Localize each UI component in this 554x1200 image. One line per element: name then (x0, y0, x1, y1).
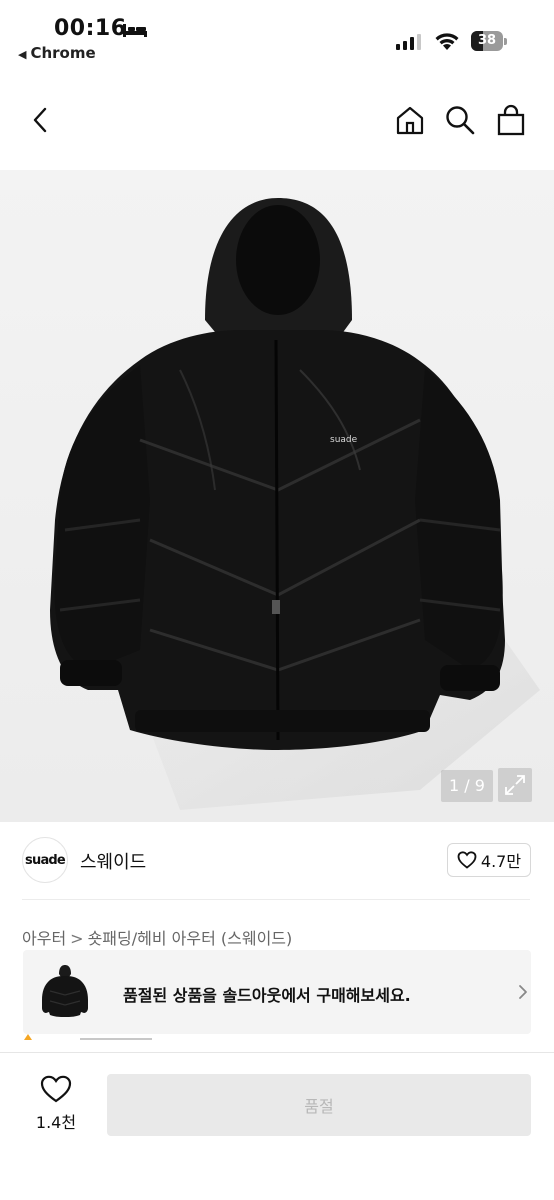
expand-image-button[interactable] (498, 768, 532, 802)
partially-hidden-rating-row (24, 1034, 152, 1040)
jacket-logo: suade (330, 435, 358, 445)
divider (22, 899, 530, 900)
product-image-gallery[interactable]: suade 1 / 9 (0, 170, 554, 822)
back-button[interactable] (20, 100, 60, 140)
brand-like-count: 4.7만 (480, 852, 522, 871)
chevron-left-icon (33, 107, 47, 133)
soldout-banner[interactable]: 품절된 상품을 솔드아웃에서 구매해보세요. (23, 950, 531, 1034)
status-time: 00:16 (54, 16, 127, 41)
wishlist-button[interactable]: 1.4천 (24, 1075, 88, 1135)
battery-level: 38 (477, 33, 497, 48)
battery-indicator: 38 (471, 31, 507, 51)
bottom-action-bar: 1.4천 품절 (0, 1052, 554, 1200)
bed-icon (123, 24, 147, 37)
brand-row: suade 스웨이드 4.7만 (0, 822, 554, 900)
cellular-signal-icon (396, 34, 421, 50)
breadcrumb-item-category[interactable]: 숏패딩/헤비 아우터 (스웨이드) (88, 929, 293, 948)
heart-icon (40, 1075, 72, 1103)
soldout-banner-text: 품절된 상품을 솔드아웃에서 구매해보세요. (123, 986, 411, 1005)
banner-product-thumbnail (42, 965, 88, 1017)
chevron-right-icon (519, 985, 527, 999)
back-triangle-icon: ◀ (18, 48, 27, 61)
brand-like-button[interactable]: 4.7만 (447, 843, 531, 877)
shopping-bag-icon (497, 104, 525, 136)
expand-icon (505, 775, 525, 795)
back-to-app-link[interactable]: ◀ Chrome (18, 44, 96, 62)
breadcrumb: 아우터 > 숏패딩/헤비 아우터 (스웨이드) (22, 925, 292, 949)
heart-icon (457, 851, 477, 869)
back-app-label: Chrome (30, 44, 96, 62)
product-image: suade (50, 198, 540, 810)
home-button[interactable] (390, 100, 430, 140)
buy-button-soldout[interactable]: 품절 (107, 1074, 531, 1136)
breadcrumb-separator: > (70, 929, 84, 948)
home-icon (396, 106, 424, 135)
breadcrumb-item-outer[interactable]: 아우터 (22, 929, 66, 948)
wifi-icon (435, 33, 459, 50)
status-bar: 00:16 ◀ Chrome 38 (0, 0, 554, 70)
search-button[interactable] (440, 100, 480, 140)
brand-logo[interactable]: suade (22, 837, 68, 883)
cart-button[interactable] (491, 100, 531, 140)
wishlist-count: 1.4천 (35, 1113, 77, 1132)
brand-name[interactable]: 스웨이드 (80, 848, 146, 874)
top-nav-bar (0, 70, 554, 170)
image-counter: 1 / 9 (441, 770, 493, 802)
search-icon (446, 106, 475, 135)
